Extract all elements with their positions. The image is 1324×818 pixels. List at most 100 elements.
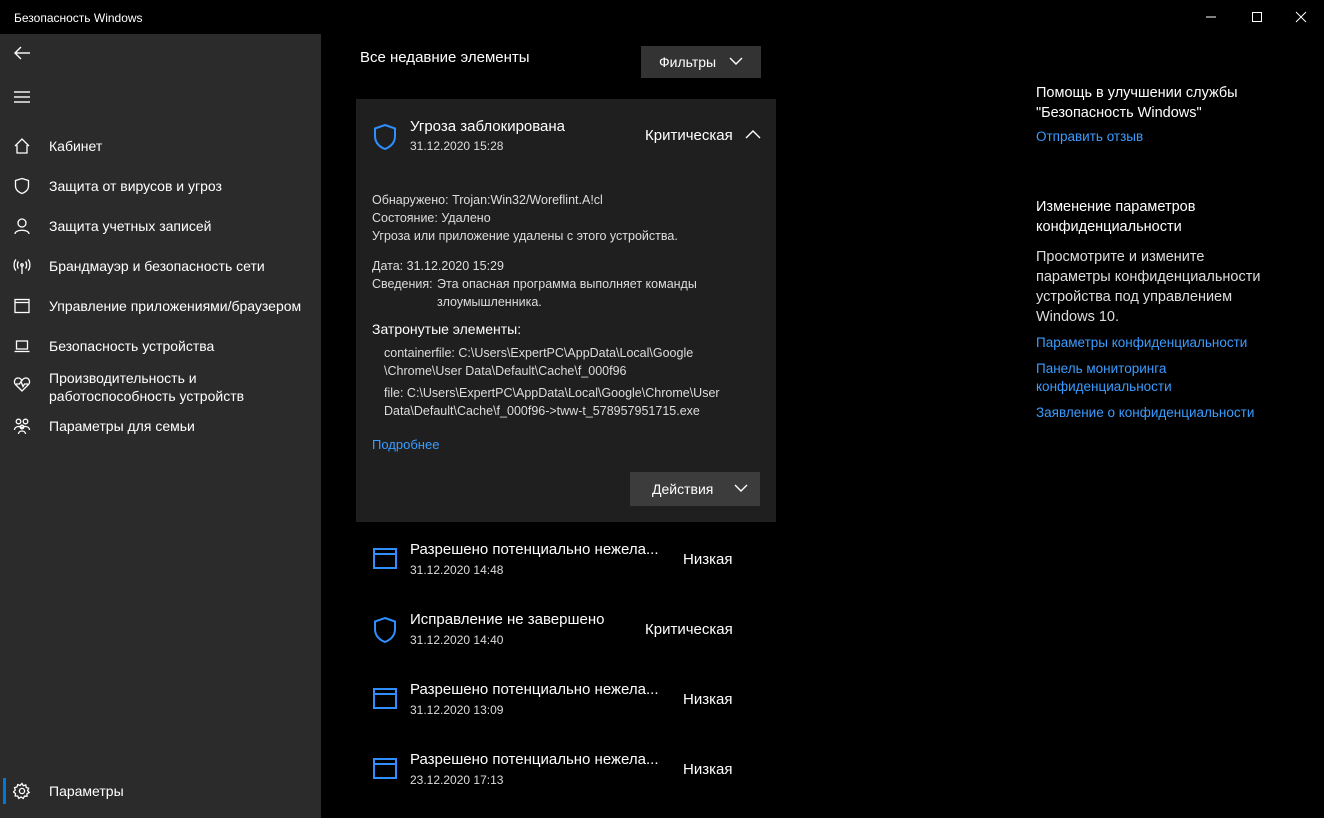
help-section: Помощь в улучшении службы "Безопасность … bbox=[1036, 83, 1306, 146]
sidebar-item-performance[interactable]: Производительность и работоспособность у… bbox=[0, 368, 321, 408]
sidebar-item-label: Брандмауэр и безопасность сети bbox=[49, 258, 265, 274]
close-button[interactable] bbox=[1278, 0, 1324, 34]
heart-pulse-icon bbox=[12, 374, 32, 394]
sidebar-item-label: Производительность и bbox=[49, 370, 197, 386]
sidebar-item-label: Кабинет bbox=[49, 138, 103, 154]
sidebar-item-label: Параметры bbox=[49, 783, 124, 799]
title-bar: Безопасность Windows bbox=[0, 0, 1324, 34]
sidebar: Кабинет Защита от вирусов и угроз Защита… bbox=[0, 34, 321, 818]
sidebar-item-label: Безопасность устройства bbox=[49, 338, 215, 354]
window-title: Безопасность Windows bbox=[14, 11, 143, 25]
sidebar-item-label-line2: работоспособность устройств bbox=[49, 388, 245, 404]
sidebar-item-virus-protection[interactable]: Защита от вирусов и угроз bbox=[0, 174, 321, 198]
back-button[interactable] bbox=[12, 43, 32, 63]
sidebar-item-label: Защита учетных записей bbox=[49, 218, 212, 234]
main-content: Все недавние элементы Фильтры Угроза заб… bbox=[321, 34, 1324, 818]
privacy-settings-link[interactable]: Параметры конфиденциальности bbox=[1036, 334, 1306, 352]
privacy-dashboard-link[interactable]: Панель мониторинга bbox=[1036, 360, 1306, 378]
sidebar-item-label: Параметры для семьи bbox=[49, 418, 195, 434]
details-label: Сведения: bbox=[372, 277, 433, 291]
antenna-icon bbox=[12, 256, 32, 276]
removed-text: Угроза или приложение удалены с этого ус… bbox=[372, 229, 678, 243]
threat-title: Угроза заблокирована bbox=[410, 118, 566, 135]
sidebar-item-settings[interactable]: Параметры bbox=[0, 779, 321, 803]
detected-label: Обнаружено: bbox=[372, 193, 449, 207]
app-window-icon bbox=[373, 758, 397, 779]
privacy-title-line2: конфиденциальности bbox=[1036, 219, 1182, 235]
chevron-down-icon bbox=[734, 484, 748, 492]
sidebar-item-family[interactable]: Параметры для семьи bbox=[0, 414, 321, 438]
privacy-statement-link[interactable]: Заявление о конфиденциальности bbox=[1036, 404, 1306, 422]
shield-icon bbox=[374, 616, 396, 644]
privacy-dashboard-link-line2[interactable]: конфиденциальности bbox=[1036, 378, 1306, 396]
item-title: Исправление не завершено bbox=[410, 611, 605, 628]
item-severity: Низкая bbox=[683, 761, 733, 778]
maximize-icon bbox=[1252, 12, 1262, 22]
more-link[interactable]: Подробнее bbox=[372, 437, 439, 452]
sidebar-item-home[interactable]: Кабинет bbox=[0, 134, 321, 158]
minimize-icon bbox=[1206, 16, 1216, 18]
help-title: Помощь в улучшении службы bbox=[1036, 85, 1238, 101]
threat-severity: Критическая bbox=[645, 127, 733, 144]
laptop-icon bbox=[12, 336, 32, 356]
item-severity: Критическая bbox=[645, 621, 733, 638]
details-value-line2: злоумышленника. bbox=[437, 295, 542, 309]
item-title: Разрешено потенциально нежела... bbox=[410, 681, 659, 698]
item-date: 23.12.2020 17:13 bbox=[410, 773, 504, 787]
affected-item-line2: Data\Default\Cache\f_000f96->tww-t_57895… bbox=[384, 404, 700, 418]
sidebar-item-app-browser[interactable]: Управление приложениями/браузером bbox=[0, 294, 321, 318]
shield-icon bbox=[374, 123, 396, 151]
app-window-icon bbox=[373, 688, 397, 709]
sidebar-item-device-security[interactable]: Безопасность устройства bbox=[0, 334, 321, 358]
close-icon bbox=[1295, 11, 1307, 23]
hamburger-icon bbox=[14, 91, 30, 103]
list-item[interactable]: Исправление не завершено 31.12.2020 14:4… bbox=[356, 606, 776, 662]
filters-label: Фильтры bbox=[659, 54, 717, 70]
minimize-button[interactable] bbox=[1188, 0, 1234, 34]
item-date: 31.12.2020 14:40 bbox=[410, 633, 504, 647]
page-title: Все недавние элементы bbox=[360, 49, 530, 66]
actions-label: Действия bbox=[652, 481, 714, 497]
feedback-link[interactable]: Отправить отзыв bbox=[1036, 128, 1306, 146]
sidebar-item-label: Управление приложениями/браузером bbox=[49, 298, 302, 314]
item-title: Разрешено потенциально нежела... bbox=[410, 541, 659, 558]
privacy-description-line2: параметры конфиденциальности bbox=[1036, 269, 1261, 285]
privacy-section: Изменение параметров конфиденциальности … bbox=[1036, 197, 1306, 422]
gear-icon bbox=[12, 781, 32, 801]
app-window-icon bbox=[373, 548, 397, 569]
affected-item: containerfile: C:\Users\ExpertPC\AppData… bbox=[384, 346, 694, 360]
privacy-description-line3: устройства под управлением bbox=[1036, 289, 1233, 305]
item-date: 31.12.2020 13:09 bbox=[410, 703, 504, 717]
affected-heading: Затронутые элементы: bbox=[372, 321, 522, 337]
item-date: 31.12.2020 14:48 bbox=[410, 563, 504, 577]
details-value: Эта опасная программа выполняет команды bbox=[437, 277, 697, 291]
sidebar-item-firewall[interactable]: Брандмауэр и безопасность сети bbox=[0, 254, 321, 278]
privacy-description: Просмотрите и измените bbox=[1036, 249, 1205, 265]
date-value: 31.12.2020 15:29 bbox=[406, 259, 504, 273]
menu-button[interactable] bbox=[12, 87, 32, 107]
date-label: Дата: bbox=[372, 259, 404, 273]
list-item[interactable]: Разрешено потенциально нежела... 31.12.2… bbox=[356, 676, 776, 732]
item-severity: Низкая bbox=[683, 691, 733, 708]
chevron-down-icon bbox=[729, 57, 743, 65]
sidebar-item-account-protection[interactable]: Защита учетных записей bbox=[0, 214, 321, 238]
chevron-up-icon[interactable] bbox=[745, 129, 761, 139]
person-icon bbox=[12, 216, 32, 236]
back-arrow-icon bbox=[14, 46, 30, 60]
list-item[interactable]: Разрешено потенциально нежела... 31.12.2… bbox=[356, 536, 776, 592]
actions-button[interactable]: Действия bbox=[630, 472, 760, 506]
privacy-description-line4: Windows 10. bbox=[1036, 309, 1120, 325]
item-title: Разрешено потенциально нежела... bbox=[410, 751, 659, 768]
filters-button[interactable]: Фильтры bbox=[641, 46, 761, 78]
affected-item: file: C:\Users\ExpertPC\AppData\Local\Go… bbox=[384, 386, 720, 400]
maximize-button[interactable] bbox=[1234, 0, 1280, 34]
list-item[interactable]: Разрешено потенциально нежела... 23.12.2… bbox=[356, 746, 776, 802]
shield-icon bbox=[12, 176, 32, 196]
state-value: Удалено bbox=[441, 211, 491, 225]
threat-card-expanded[interactable]: Угроза заблокирована 31.12.2020 15:28 Кр… bbox=[356, 99, 776, 522]
family-icon bbox=[12, 416, 32, 436]
state-label: Состояние: bbox=[372, 211, 438, 225]
privacy-title: Изменение параметров bbox=[1036, 199, 1196, 215]
affected-item-line2: \Chrome\User Data\Default\Cache\f_000f96 bbox=[384, 364, 627, 378]
item-severity: Низкая bbox=[683, 551, 733, 568]
